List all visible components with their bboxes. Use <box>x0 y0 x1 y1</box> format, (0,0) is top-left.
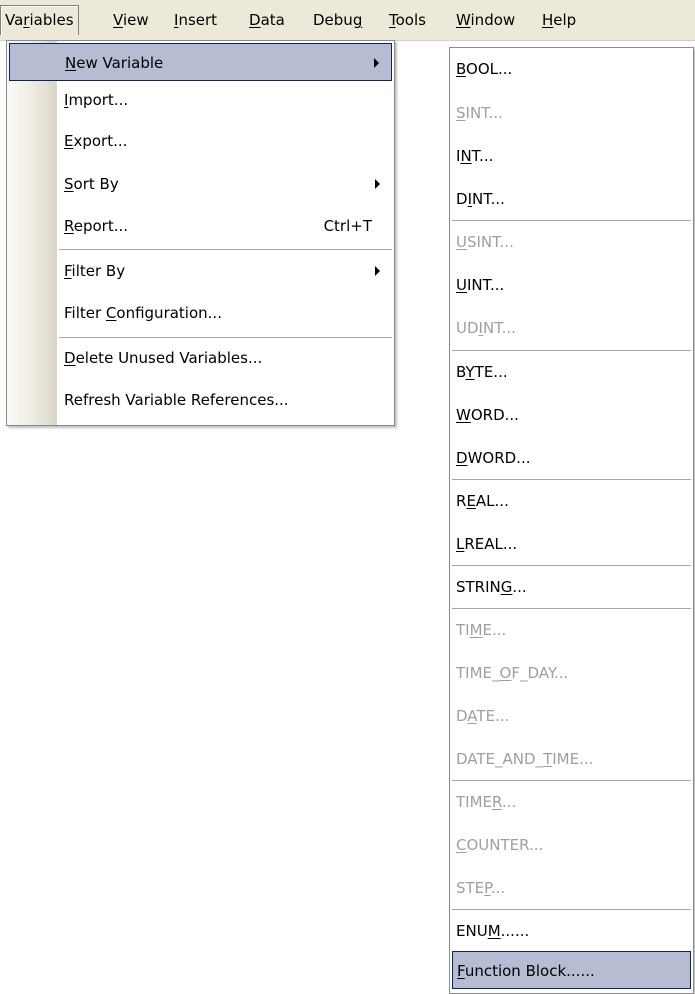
menu-separator <box>59 249 392 250</box>
submenu-item-string[interactable]: STRING... <box>452 568 691 606</box>
menu-item-label: New Variable <box>65 54 164 72</box>
menu-item-delete-unused-variables[interactable]: Delete Unused Variables... <box>9 339 392 377</box>
menu-separator <box>452 780 691 781</box>
submenu-arrow-icon <box>375 266 380 276</box>
menu-debug[interactable]: Debug <box>309 5 366 35</box>
menu-item-label: Delete Unused Variables... <box>64 349 263 367</box>
menu-tools[interactable]: Tools <box>385 5 430 35</box>
menu-item-filter-by[interactable]: Filter By <box>9 252 392 290</box>
variables-menu: New Variable Import... Export... Sort By… <box>6 40 395 426</box>
menu-item-label: UINT... <box>456 276 505 294</box>
menu-item-label: Filter By <box>64 262 126 280</box>
menu-item-label: UDINT... <box>456 319 516 337</box>
menu-separator <box>452 909 691 910</box>
submenu-arrow-icon <box>374 58 379 68</box>
menu-item-label: TIME_OF_DAY... <box>456 664 569 682</box>
menu-view[interactable]: View <box>109 5 153 35</box>
menu-debug-label: Debug <box>313 11 363 29</box>
submenu-arrow-icon <box>375 179 380 189</box>
menu-item-label: STRING... <box>456 578 527 596</box>
menu-separator <box>452 220 691 221</box>
submenu-item-function-block[interactable]: Function Block...... <box>452 951 691 989</box>
menu-data-label: Data <box>249 11 285 29</box>
menu-bar: Variables View Insert Data Debug Tools W… <box>0 0 695 41</box>
menu-item-label: Report... <box>64 217 129 235</box>
menu-item-export[interactable]: Export... <box>9 122 392 160</box>
menu-item-label: Refresh Variable References... <box>64 391 289 409</box>
menu-item-label: Sort By <box>64 175 119 193</box>
menu-item-report[interactable]: Report... Ctrl+T <box>9 207 392 245</box>
menu-insert-label: Insert <box>174 11 218 29</box>
shortcut-label: Ctrl+T <box>323 217 372 235</box>
menu-item-label: Function Block...... <box>457 962 595 980</box>
menu-item-label: LREAL... <box>456 535 518 553</box>
submenu-item-byte[interactable]: BYTE... <box>452 353 691 391</box>
menu-item-label: Import... <box>64 91 129 109</box>
menu-item-label: REAL... <box>456 492 509 510</box>
menu-item-label: BOOL... <box>456 60 513 78</box>
submenu-item-usint: USINT... <box>452 223 691 261</box>
menu-view-label: View <box>113 11 149 29</box>
menu-separator <box>59 337 392 338</box>
menu-insert[interactable]: Insert <box>170 5 221 35</box>
submenu-item-lreal[interactable]: LREAL... <box>452 525 691 563</box>
submenu-item-counter: COUNTER... <box>452 826 691 864</box>
menu-data[interactable]: Data <box>245 5 289 35</box>
menu-item-sort-by[interactable]: Sort By <box>9 165 392 203</box>
submenu-item-date-and-time: DATE_AND_TIME... <box>452 740 691 778</box>
menu-item-label: STEP... <box>456 879 506 897</box>
menu-item-import[interactable]: Import... <box>9 81 392 119</box>
menu-separator <box>452 565 691 566</box>
menu-item-label: DATE... <box>456 707 510 725</box>
submenu-item-real[interactable]: REAL... <box>452 482 691 520</box>
menu-item-label: Export... <box>64 132 128 150</box>
menu-item-label: INT... <box>456 147 494 165</box>
menu-separator <box>452 479 691 480</box>
new-variable-submenu: BOOL... SINT... INT... DINT... USINT... … <box>449 47 694 994</box>
menu-item-filter-configuration[interactable]: Filter Configuration... <box>9 294 392 332</box>
menu-variables[interactable]: Variables <box>0 5 79 35</box>
submenu-item-step: STEP... <box>452 869 691 907</box>
menu-variables-label: Variables <box>5 11 74 29</box>
menu-item-label: SINT... <box>456 104 503 122</box>
menu-help[interactable]: Help <box>538 5 580 35</box>
menu-item-label: Filter Configuration... <box>64 304 222 322</box>
menu-help-label: Help <box>542 11 577 29</box>
menu-item-label: TIME... <box>456 621 507 639</box>
menu-item-label: COUNTER... <box>456 836 544 854</box>
menu-item-refresh-variable-references[interactable]: Refresh Variable References... <box>9 381 392 419</box>
submenu-item-time: TIME... <box>452 611 691 649</box>
submenu-item-dword[interactable]: DWORD... <box>452 439 691 477</box>
submenu-item-bool[interactable]: BOOL... <box>452 50 691 88</box>
submenu-item-word[interactable]: WORD... <box>452 396 691 434</box>
menu-item-label: USINT... <box>456 233 514 251</box>
submenu-item-date: DATE... <box>452 697 691 735</box>
submenu-item-timer: TIMER... <box>452 783 691 821</box>
submenu-item-udint: UDINT... <box>452 309 691 347</box>
menu-item-new-variable[interactable]: New Variable <box>9 43 392 81</box>
menu-item-label: DATE_AND_TIME... <box>456 750 594 768</box>
submenu-item-sint: SINT... <box>452 94 691 132</box>
menu-window-label: Window <box>456 11 516 29</box>
submenu-item-uint[interactable]: UINT... <box>452 266 691 304</box>
menu-tools-label: Tools <box>389 11 426 29</box>
menu-window[interactable]: Window <box>452 5 519 35</box>
submenu-item-enum[interactable]: ENUM...... <box>452 912 691 950</box>
submenu-item-dint[interactable]: DINT... <box>452 180 691 218</box>
menu-item-label: TIMER... <box>456 793 517 811</box>
submenu-item-time-of-day: TIME_OF_DAY... <box>452 654 691 692</box>
menu-separator <box>452 350 691 351</box>
menu-item-label: ENUM...... <box>456 922 530 940</box>
submenu-item-int[interactable]: INT... <box>452 137 691 175</box>
menu-item-label: DINT... <box>456 190 505 208</box>
menu-separator <box>452 608 691 609</box>
menu-item-label: WORD... <box>456 406 519 424</box>
menu-item-label: BYTE... <box>456 363 508 381</box>
menu-item-label: DWORD... <box>456 449 531 467</box>
